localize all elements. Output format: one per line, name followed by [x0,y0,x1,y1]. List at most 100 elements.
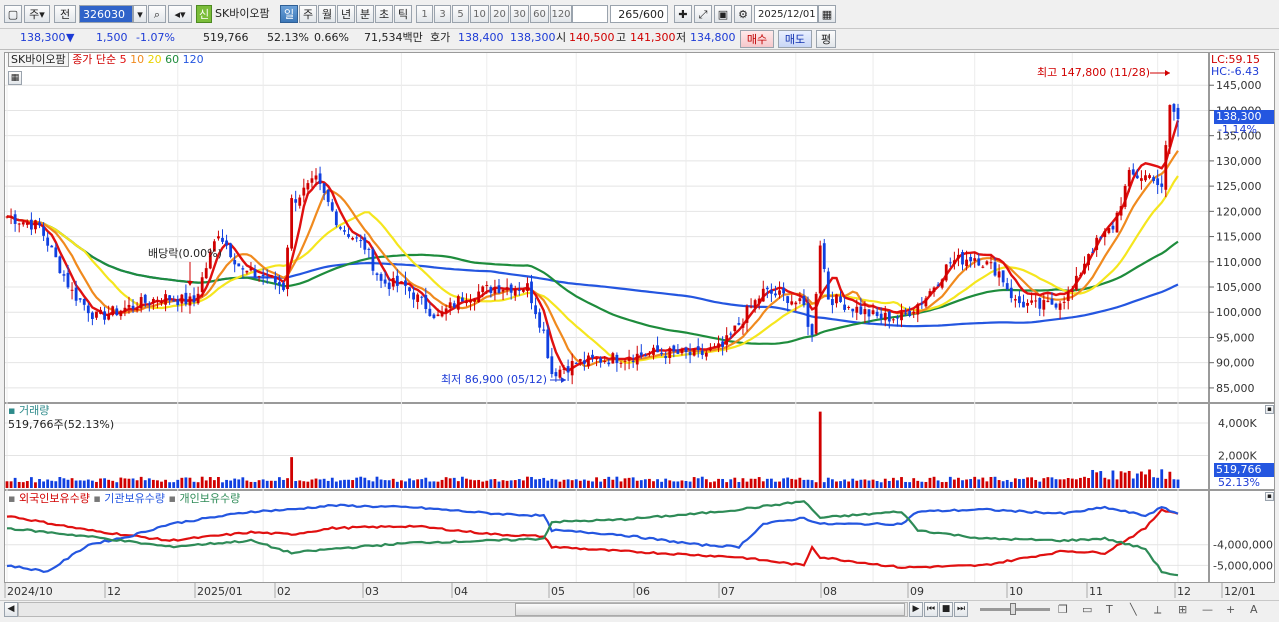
volume-bar-280 [1144,474,1147,488]
volume-bar-222 [908,482,912,488]
volume-bar-23 [99,478,102,488]
candle-174 [713,346,716,348]
candle-262 [1070,290,1074,292]
candle-148 [607,362,611,365]
candle-176 [721,341,725,347]
current-change-tag: -1.14% [1218,123,1257,136]
candle-191 [782,287,786,294]
candle-128 [526,283,529,291]
candle-206 [843,304,846,310]
candle-264 [1079,274,1082,276]
candle-104 [428,308,432,316]
shape-icon[interactable]: ▭ [1082,603,1092,617]
candle-152 [623,360,627,362]
volume-bar-238 [973,476,977,488]
x-tick-14: 12/01 [1224,585,1256,598]
candle-132 [542,329,546,331]
volume-bar-282 [1152,477,1156,488]
volume-bar-184 [753,478,757,488]
stop-button[interactable]: ■ [939,602,953,617]
scrollbar-thumb[interactable] [515,603,905,616]
candle-160 [656,345,659,353]
candle-23 [99,309,102,314]
zoom-fit-icon[interactable]: ⊞ [1178,603,1187,617]
volume-bar-183 [749,478,753,488]
candle-204 [835,294,838,304]
volume-bar-1 [9,481,13,488]
copy-icon[interactable]: ❐ [1058,603,1068,617]
volume-bar-212 [867,480,871,488]
scroll-right-button[interactable]: ▶ [909,602,923,617]
candle-255 [1042,300,1046,310]
candle-163 [668,348,672,358]
volume-bar-120 [493,479,497,488]
holding-close-icon[interactable]: ▪ [1265,492,1274,501]
candle-54 [225,240,228,246]
volume-close-icon[interactable]: ▪ [1265,405,1274,414]
zoom-in-icon[interactable]: + [1226,603,1235,617]
volume-bar-84 [347,479,350,488]
volume-bar-72 [298,480,302,488]
volume-bar-186 [761,481,765,488]
font-icon[interactable]: A [1250,603,1258,617]
text-icon[interactable]: T [1106,603,1113,617]
candle-288 [1176,107,1180,120]
volume-bar-227 [928,477,932,488]
volume-bar-239 [977,479,981,488]
ruler-icon[interactable]: ⟂ [1154,603,1161,617]
candle-232 [948,262,952,264]
volume-current-pct: 52.13% [1218,476,1260,489]
candle-137 [562,368,566,370]
candle-277 [1131,169,1135,175]
price-tick-5: 120,000 [1216,205,1262,218]
minimize-icon[interactable]: — [1202,603,1213,617]
table-toggle-icon[interactable]: ▦ [8,71,22,85]
volume-bar-270 [1103,477,1107,488]
volume-bar-208 [851,478,855,488]
candle-127 [521,289,525,292]
candle-193 [790,301,794,305]
candle-192 [786,296,790,303]
candle-235 [961,252,964,265]
candle-285 [1164,145,1168,190]
candle-53 [221,237,224,242]
line-icon[interactable]: ╲ [1130,603,1137,617]
candle-279 [1140,178,1143,181]
volume-bar-156 [639,480,643,488]
volume-bar-121 [497,481,501,488]
candle-77 [318,173,322,184]
volume-title-text: 거래량 [18,404,50,417]
volume-bar-252 [1030,477,1034,488]
candle-92 [379,274,383,281]
last-button[interactable]: ⏭ [954,602,968,617]
scroll-left-button[interactable]: ◀ [4,602,18,617]
candle-108 [444,308,448,313]
volume-bar-112 [460,476,464,488]
candle-248 [1013,299,1017,301]
volume-bar-264 [1079,477,1082,488]
volume-bar-207 [847,481,851,488]
volume-bar-219 [896,480,899,488]
volume-value-label: 519,766주(52.13%) [8,418,115,431]
candle-34 [143,294,147,303]
volume-current-tag: 519,766 [1214,463,1274,477]
candle-274 [1119,206,1123,216]
volume-bar-16 [70,478,74,488]
volume-bar-167 [684,481,688,488]
volume-bar-181 [741,478,745,488]
candle-169 [692,348,696,356]
volume-bar-182 [745,481,749,488]
candle-14 [62,274,66,276]
zoom-slider-handle[interactable] [1010,603,1016,615]
first-button[interactable]: ⏮ [924,602,938,617]
candle-269 [1099,237,1103,239]
candle-11 [50,245,54,248]
candle-135 [554,372,558,377]
volume-bar-14 [62,478,66,488]
candle-250 [1022,301,1025,308]
volume-bar-53 [221,482,224,488]
candle-125 [513,288,517,296]
candle-146 [599,358,603,363]
candle-237 [969,256,973,262]
volume-bar-198 [810,480,814,488]
